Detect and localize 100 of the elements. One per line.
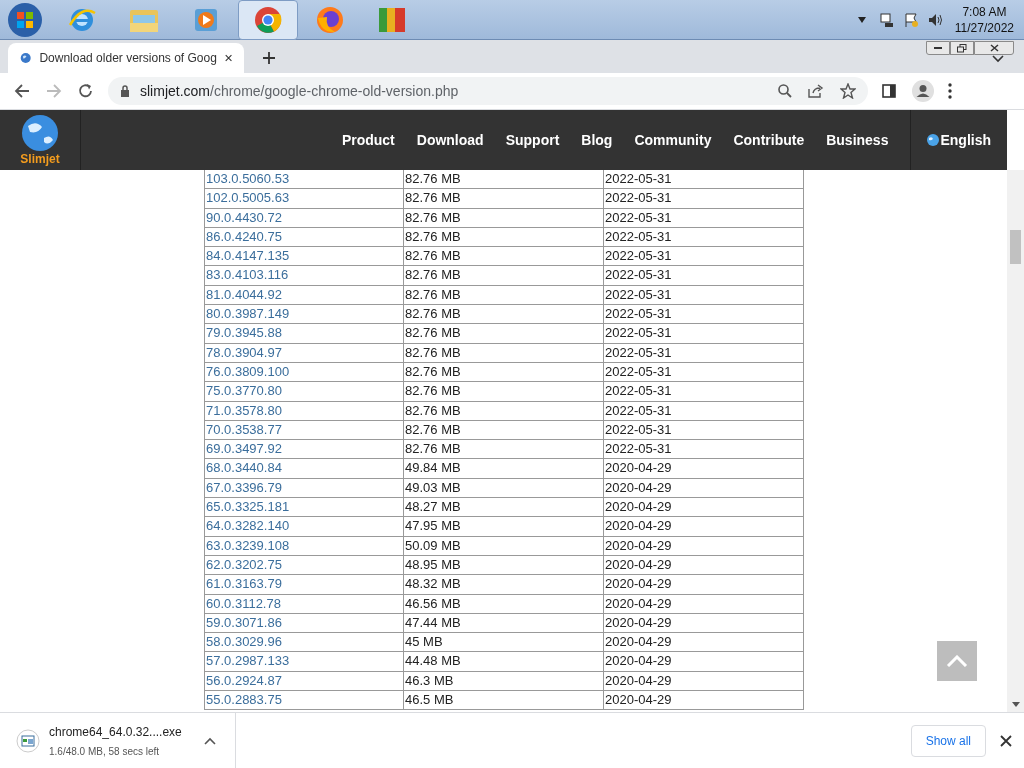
nav-link[interactable]: Contribute xyxy=(733,129,805,151)
version-link[interactable]: 84.0.4147.135 xyxy=(205,247,404,266)
table-cell: 49.84 MB xyxy=(404,459,604,478)
table-cell: 2022-05-31 xyxy=(604,401,804,420)
download-item[interactable]: chrome64_64.0.32....exe 1.6/48.0 MB, 58 secs left xyxy=(0,712,236,768)
version-link[interactable]: 83.0.4103.116 xyxy=(205,266,404,285)
caret-icon[interactable] xyxy=(203,736,216,745)
version-link[interactable]: 64.0.3282.140 xyxy=(205,517,404,536)
table-cell: 2020-04-29 xyxy=(604,594,804,613)
version-link[interactable]: 57.0.2987.133 xyxy=(205,652,404,671)
close-icon[interactable] xyxy=(1000,734,1012,747)
version-link[interactable]: 59.0.3071.86 xyxy=(205,613,404,633)
version-link[interactable]: 58.0.3029.96 xyxy=(205,633,404,652)
chrome-icon xyxy=(253,4,283,35)
table-cell: 2020-04-29 xyxy=(604,671,804,690)
side-panel-icon[interactable] xyxy=(882,84,896,98)
table-cell: 82.76 MB xyxy=(404,285,604,305)
version-link[interactable]: 71.0.3578.80 xyxy=(205,401,404,420)
table-cell: 45 MB xyxy=(404,633,604,652)
profile-avatar-icon[interactable] xyxy=(912,80,934,102)
back-icon[interactable] xyxy=(14,83,30,99)
nav-link[interactable]: Business xyxy=(826,129,889,151)
table-cell: 2022-05-31 xyxy=(604,189,804,208)
version-link[interactable]: 103.0.5060.53 xyxy=(205,170,404,189)
table-cell: 2022-05-31 xyxy=(604,227,804,247)
version-link[interactable]: 60.0.3112.78 xyxy=(205,594,404,613)
close-icon[interactable] xyxy=(224,53,232,63)
nav-link[interactable]: Blog xyxy=(581,129,613,151)
version-link[interactable]: 67.0.3396.79 xyxy=(205,478,404,498)
minimize-icon xyxy=(934,46,942,50)
version-link[interactable]: 55.0.2883.75 xyxy=(205,691,404,710)
show-all-button[interactable]: Show all xyxy=(910,724,986,757)
table-cell: 82.76 MB xyxy=(404,343,604,362)
table-cell: 2022-05-31 xyxy=(604,440,804,459)
search-icon[interactable] xyxy=(778,84,792,98)
version-link[interactable]: 65.0.3325.181 xyxy=(205,498,404,517)
version-link[interactable]: 81.0.4044.92 xyxy=(205,285,404,305)
table-cell: 44.48 MB xyxy=(404,652,604,671)
menu-icon[interactable] xyxy=(948,83,952,99)
network-icon[interactable] xyxy=(878,11,895,28)
nav-link[interactable]: Download xyxy=(416,129,484,151)
globe-icon xyxy=(20,114,60,152)
clock-time: 7:08 AM xyxy=(962,3,1007,20)
reload-icon[interactable] xyxy=(78,83,94,99)
version-link[interactable]: 79.0.3945.88 xyxy=(205,324,404,343)
table-cell: 2022-05-31 xyxy=(604,362,804,382)
version-link[interactable]: 90.0.4430.72 xyxy=(205,208,404,227)
new-tab-icon[interactable] xyxy=(262,51,276,65)
address-field[interactable]: slimjet.com/chrome/google-chrome-old-version.php xyxy=(108,77,868,105)
version-link[interactable]: 69.0.3497.92 xyxy=(205,440,404,459)
version-link[interactable]: 102.0.5005.63 xyxy=(205,189,404,208)
version-link[interactable]: 63.0.3239.108 xyxy=(205,536,404,555)
scrollbar-thumb[interactable] xyxy=(1010,230,1021,264)
windows-logo-icon xyxy=(7,1,43,38)
star-icon[interactable] xyxy=(840,83,856,99)
version-link[interactable]: 70.0.3538.77 xyxy=(205,420,404,440)
table-cell: 2020-04-29 xyxy=(604,575,804,594)
restore-button[interactable] xyxy=(950,41,974,55)
table-cell: 47.95 MB xyxy=(404,517,604,536)
nav-link[interactable]: Community xyxy=(634,129,712,151)
scrollbar[interactable] xyxy=(1007,170,1024,712)
version-link[interactable]: 86.0.4240.75 xyxy=(205,227,404,247)
version-link[interactable]: 80.0.3987.149 xyxy=(205,305,404,324)
table-cell: 2020-04-29 xyxy=(604,691,804,710)
nav-link[interactable]: Support xyxy=(505,129,560,151)
clock-date: 11/27/2022 xyxy=(954,19,1014,36)
table-cell: 2022-05-31 xyxy=(604,266,804,285)
version-link[interactable]: 76.0.3809.100 xyxy=(205,362,404,382)
chevron-up-icon xyxy=(946,655,968,667)
table-cell: 82.76 MB xyxy=(404,170,604,189)
table-cell: 2020-04-29 xyxy=(604,613,804,633)
taskbar-app[interactable] xyxy=(238,0,298,40)
version-link[interactable]: 56.0.2924.87 xyxy=(205,671,404,690)
tab-search-icon[interactable] xyxy=(992,55,1004,63)
share-icon[interactable] xyxy=(808,84,824,98)
version-link[interactable]: 68.0.3440.84 xyxy=(205,459,404,478)
table-cell: 48.32 MB xyxy=(404,575,604,594)
browser-tab[interactable]: Download older versions of Goog xyxy=(8,43,244,73)
table-cell: 2020-04-29 xyxy=(604,478,804,498)
close-window-button[interactable] xyxy=(974,41,1014,55)
table-cell: 46.56 MB xyxy=(404,594,604,613)
minimize-button[interactable] xyxy=(926,41,950,55)
flag-icon[interactable] xyxy=(902,11,919,28)
version-link[interactable]: 62.0.3202.75 xyxy=(205,555,404,575)
table-cell: 2020-04-29 xyxy=(604,536,804,555)
version-link[interactable]: 78.0.3904.97 xyxy=(205,343,404,362)
table-cell: 46.3 MB xyxy=(404,671,604,690)
site-logo[interactable]: Slimjet xyxy=(0,110,81,170)
tray-expand-icon[interactable] xyxy=(856,15,867,24)
language-link[interactable]: English xyxy=(927,129,991,151)
close-icon xyxy=(989,44,999,52)
tab-title: Download older versions of Goog xyxy=(39,50,217,67)
table-cell: 50.09 MB xyxy=(404,536,604,555)
version-link[interactable]: 61.0.3163.79 xyxy=(205,575,404,594)
nav-link[interactable]: Product xyxy=(341,129,395,151)
table-cell: 2020-04-29 xyxy=(604,555,804,575)
installer-file-icon xyxy=(16,728,40,753)
version-link[interactable]: 75.0.3770.80 xyxy=(205,382,404,401)
scroll-down-icon[interactable] xyxy=(1011,702,1020,708)
table-cell: 82.76 MB xyxy=(404,189,604,208)
